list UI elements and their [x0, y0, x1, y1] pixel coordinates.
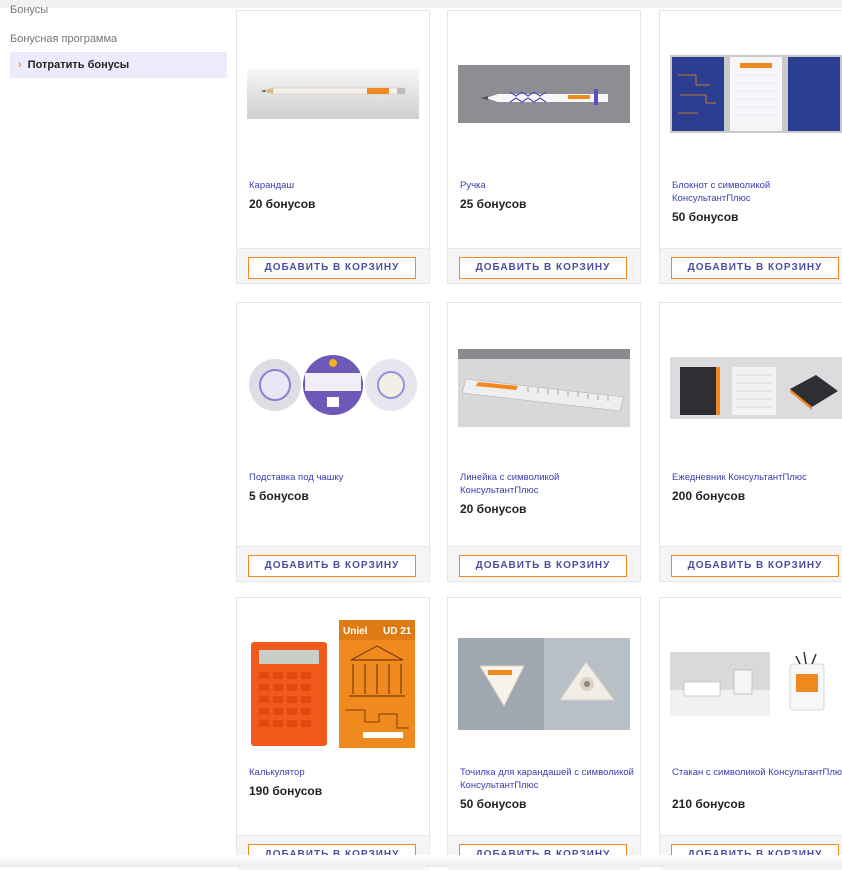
add-to-cart-button[interactable]: ДОБАВИТЬ В КОРЗИНУ [671, 257, 839, 279]
product-price: 20 бонусов [460, 502, 527, 516]
product-price: 50 бонусов [460, 797, 527, 811]
chevron-right-icon: › [18, 59, 22, 71]
calculator-image: Uniel UD 21 [247, 620, 419, 750]
pen-cup-image [670, 652, 842, 716]
add-to-cart-button[interactable]: ДОБАВИТЬ В КОРЗИНУ [671, 555, 839, 577]
product-card: Точилка для карандашей с символикой Конс… [447, 597, 641, 870]
product-card: Линейка с символикой КонсультантПлюс 20 … [447, 302, 641, 582]
product-card: Блокнот с символикой КонсультантПлюс 50 … [659, 10, 842, 284]
planner-image [670, 357, 842, 419]
coaster-image [247, 351, 419, 419]
notebook-image [670, 55, 842, 133]
product-price: 5 бонусов [249, 489, 309, 503]
product-card: Ручка 25 бонусов ДОБАВИТЬ В КОРЗИНУ [447, 10, 641, 284]
product-price: 190 бонусов [249, 784, 323, 798]
product-price: 25 бонусов [460, 197, 527, 211]
product-card: Стакан с символикой КонсультантПлюс 210 … [659, 597, 842, 870]
sidebar-item-bonuses[interactable]: Бонусы [10, 0, 48, 20]
sidebar-item-bonus-program[interactable]: Бонусная программа [10, 30, 117, 48]
card-footer: ДОБАВИТЬ В КОРЗИНУ [660, 248, 842, 283]
product-card: Ежедневник КонсультантПлюс 200 бонусов Д… [659, 302, 842, 582]
card-footer: ДОБАВИТЬ В КОРЗИНУ [237, 248, 429, 283]
product-price: 210 бонусов [672, 797, 746, 811]
product-name[interactable]: Калькулятор [249, 766, 425, 779]
product-name[interactable]: Ручка [460, 179, 636, 192]
calculator-brand-label: Uniel [343, 626, 368, 637]
card-footer: ДОБАВИТЬ В КОРЗИНУ [237, 546, 429, 581]
sidebar-item-label: Потратить бонусы [27, 59, 130, 71]
sidebar-item-spend-bonuses[interactable]: › Потратить бонусы [10, 52, 227, 78]
product-name[interactable]: Подставка под чашку [249, 471, 425, 484]
pen-image [458, 65, 630, 123]
card-footer: ДОБАВИТЬ В КОРЗИНУ [660, 546, 842, 581]
product-card: Карандаш 20 бонусов ДОБАВИТЬ В КОРЗИНУ [236, 10, 430, 284]
add-to-cart-button[interactable]: ДОБАВИТЬ В КОРЗИНУ [459, 555, 627, 577]
product-name[interactable]: Ежедневник КонсультантПлюс [672, 471, 842, 484]
product-name[interactable]: Линейка с символикой КонсультантПлюс [460, 471, 636, 497]
product-price: 50 бонусов [672, 210, 739, 224]
add-to-cart-button[interactable]: ДОБАВИТЬ В КОРЗИНУ [248, 257, 416, 279]
ruler-image [458, 349, 630, 427]
add-to-cart-button[interactable]: ДОБАВИТЬ В КОРЗИНУ [459, 257, 627, 279]
card-footer: ДОБАВИТЬ В КОРЗИНУ [448, 248, 640, 283]
product-name[interactable]: Карандаш [249, 179, 425, 192]
product-name[interactable]: Стакан с символикой КонсультантПлюс [672, 766, 842, 779]
add-to-cart-button[interactable]: ДОБАВИТЬ В КОРЗИНУ [248, 555, 416, 577]
product-card: Uniel UD 21 Калькулятор 190 бонусов ДОБА… [236, 597, 430, 870]
calculator-model-label: UD 21 [383, 626, 412, 637]
sidebar: Бонусы Бонусная программа › Потратить бон… [0, 0, 230, 867]
bottom-edge [0, 855, 842, 867]
product-name[interactable]: Блокнот с символикой КонсультантПлюс [672, 179, 842, 205]
product-name[interactable]: Точилка для карандашей с символикой Конс… [460, 766, 636, 792]
card-footer: ДОБАВИТЬ В КОРЗИНУ [448, 546, 640, 581]
product-card: Подставка под чашку 5 бонусов ДОБАВИТЬ В… [236, 302, 430, 582]
pencil-image [247, 69, 419, 119]
product-price: 20 бонусов [249, 197, 316, 211]
product-price: 200 бонусов [672, 489, 746, 503]
sharpener-image [458, 638, 630, 730]
